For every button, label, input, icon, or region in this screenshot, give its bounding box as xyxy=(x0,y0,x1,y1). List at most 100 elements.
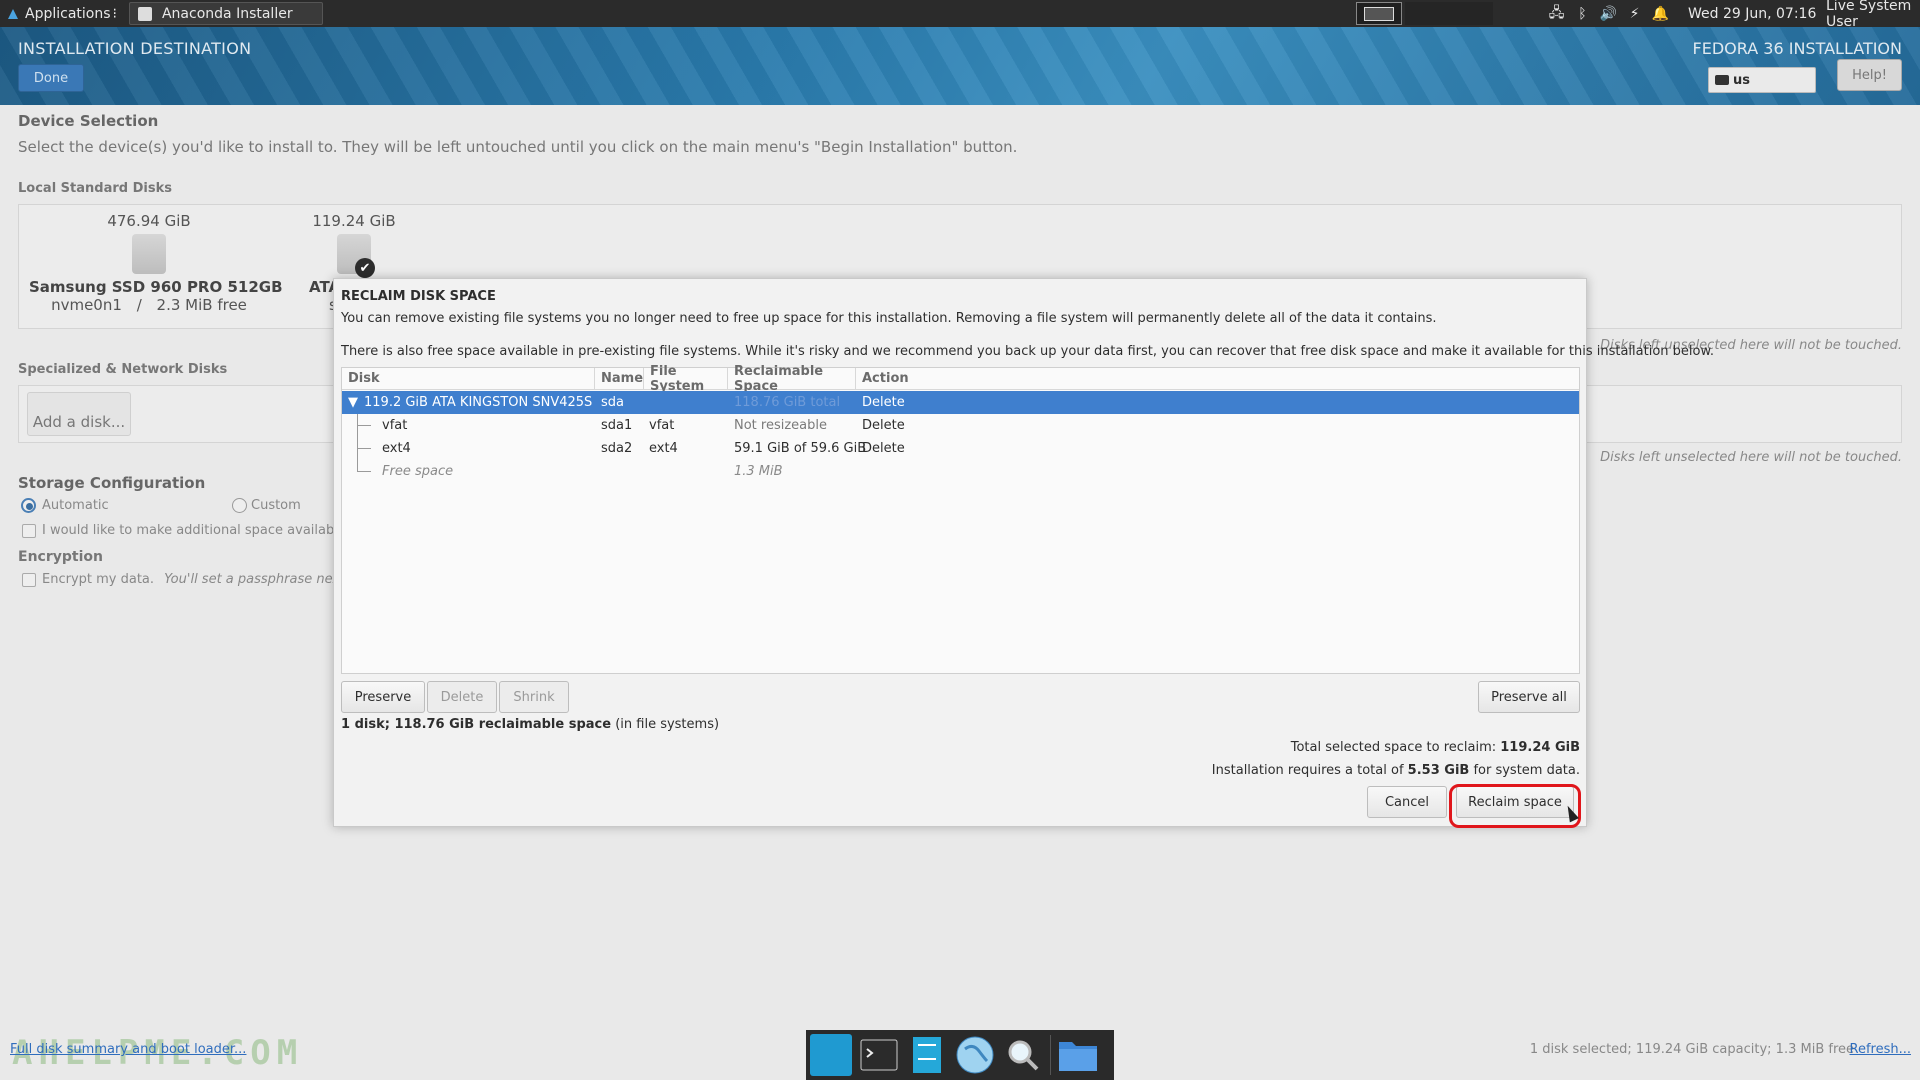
workspace-1[interactable] xyxy=(1356,2,1402,25)
taskbar-anaconda[interactable]: Anaconda Installer xyxy=(128,2,323,25)
cell-fs: ext4 xyxy=(649,441,678,456)
hard-disk-icon xyxy=(132,234,166,274)
encrypt-text: Encrypt my data. xyxy=(42,572,155,587)
disk-name: Samsung SSD 960 PRO 512GB xyxy=(29,278,283,296)
cell-disk: vfat xyxy=(382,418,408,433)
encrypt-label: Encrypt my data. You'll set a passphrase… xyxy=(42,572,350,587)
encrypt-checkbox[interactable] xyxy=(22,573,36,587)
cell-fs: vfat xyxy=(649,418,675,433)
apps-icon xyxy=(8,8,18,19)
cancel-button[interactable]: Cancel xyxy=(1367,786,1447,818)
power-icon[interactable]: ⚡ xyxy=(1626,5,1643,22)
folder-glyph xyxy=(1059,1042,1097,1071)
disk-free: 2.3 MiB free xyxy=(156,296,247,314)
summary-rest: (in file systems) xyxy=(611,717,720,732)
file-manager-icon[interactable] xyxy=(906,1034,948,1076)
delete-button[interactable]: Delete xyxy=(427,681,497,713)
requires-suffix: for system data. xyxy=(1469,763,1580,778)
col-name[interactable]: Name xyxy=(595,368,644,390)
total-selected: Total selected space to reclaim: 119.24 … xyxy=(1291,740,1580,755)
terminal-glyph xyxy=(860,1039,898,1071)
desktop-icon[interactable] xyxy=(810,1034,852,1076)
cabinet-glyph xyxy=(913,1037,941,1073)
shrink-button[interactable]: Shrink xyxy=(499,681,569,713)
cell-action: Delete xyxy=(862,395,905,410)
dock xyxy=(806,1030,1114,1080)
web-browser-icon[interactable] xyxy=(954,1034,996,1076)
disk-nvme0n1[interactable]: 476.94 GiB Samsung SSD 960 PRO 512GB nvm… xyxy=(29,212,283,314)
cell-action: Delete xyxy=(862,418,905,433)
installer-header: INSTALLATION DESTINATION Done FEDORA 36 … xyxy=(0,27,1920,105)
cell-reclaim: 118.76 GiB total xyxy=(734,395,841,410)
hard-disk-icon: ✔ xyxy=(337,234,375,278)
table-row[interactable]: ▼ 119.2 GiB ATA KINGSTON SNV425S sda 118… xyxy=(342,391,1579,414)
disk-separator: / xyxy=(136,296,142,314)
applications-menu[interactable]: Applications ⁝ xyxy=(0,0,123,27)
system-tray: 🖧 ᛒ 🔊 ⚡ 🔔 xyxy=(1548,0,1670,27)
summary-bold: 1 disk; 118.76 GiB reclaimable space xyxy=(341,717,612,732)
automatic-label: Automatic xyxy=(42,498,109,513)
preserve-button[interactable]: Preserve xyxy=(341,681,425,713)
total-prefix: Total selected space to reclaim: xyxy=(1290,740,1501,755)
col-reclaimable[interactable]: Reclaimable Space xyxy=(728,364,856,394)
network-unselected-note: Disks left unselected here will not be t… xyxy=(1600,450,1902,465)
full-disk-summary-link[interactable]: Full disk summary and boot loader... xyxy=(10,1042,246,1057)
custom-label: Custom xyxy=(251,498,301,513)
col-filesystem[interactable]: File System xyxy=(644,364,728,394)
cell-action: Delete xyxy=(862,441,905,456)
system-panel: Applications ⁝ Anaconda Installer 🖧 ᛒ 🔊 … xyxy=(0,0,1920,30)
additional-space-label: I would like to make additional space av… xyxy=(42,523,350,538)
clock[interactable]: Wed 29 Jun, 07:16 xyxy=(1688,0,1816,27)
reclaim-summary: 1 disk; 118.76 GiB reclaimable space (in… xyxy=(341,717,719,732)
keyboard-layout-label: us xyxy=(1733,72,1750,88)
magnifier-glyph xyxy=(1008,1040,1039,1071)
search-app-icon[interactable] xyxy=(1002,1034,1044,1076)
highlight-ring xyxy=(1449,784,1581,828)
keyboard-icon xyxy=(1715,75,1729,85)
checkmark-icon: ✔ xyxy=(355,258,375,278)
dialog-text-2: There is also free space available in pr… xyxy=(341,344,1715,359)
bell-icon[interactable]: 🔔 xyxy=(1652,5,1669,22)
network-icon[interactable]: 🖧 xyxy=(1548,5,1565,22)
cell-disk: Free space xyxy=(382,464,454,479)
cell-reclaim: 59.1 GiB of 59.6 GiB xyxy=(734,441,867,456)
table-row[interactable]: Free space 1.3 MiB xyxy=(342,460,1579,483)
col-disk[interactable]: Disk xyxy=(342,368,595,390)
page-title: INSTALLATION DESTINATION xyxy=(18,39,252,58)
refresh-link[interactable]: Refresh... xyxy=(1850,1042,1912,1057)
workspace-2[interactable] xyxy=(1405,2,1493,25)
dialog-title: RECLAIM DISK SPACE xyxy=(341,289,496,304)
cell-name: sda2 xyxy=(601,441,633,456)
additional-space-checkbox[interactable] xyxy=(22,524,36,538)
requires-value: 5.53 GiB xyxy=(1407,763,1470,778)
done-button[interactable]: Done xyxy=(18,64,84,92)
cell-name: sda1 xyxy=(601,418,633,433)
table-row[interactable]: vfat sda1 vfat Not resizeable Delete xyxy=(342,414,1579,437)
preserve-all-button[interactable]: Preserve all xyxy=(1478,681,1580,713)
bluetooth-icon[interactable]: ᛒ xyxy=(1574,5,1591,22)
menu-colon-icon: ⁝ xyxy=(112,5,117,22)
reclaim-disk-space-dialog: RECLAIM DISK SPACE You can remove existi… xyxy=(333,278,1714,828)
local-disks-title: Local Standard Disks xyxy=(18,181,172,196)
custom-radio[interactable] xyxy=(232,498,247,513)
folder-icon[interactable] xyxy=(1057,1034,1099,1076)
requires-prefix: Installation requires a total of xyxy=(1211,763,1408,778)
add-disk-button[interactable]: Add a disk... xyxy=(27,392,131,436)
device-selection-desc: Select the device(s) you'd like to insta… xyxy=(18,138,1018,156)
applications-label: Applications xyxy=(25,5,111,22)
user-menu[interactable]: Live System User xyxy=(1826,0,1920,30)
volume-icon[interactable]: 🔊 xyxy=(1600,5,1617,22)
device-selection-title: Device Selection xyxy=(18,112,159,130)
terminal-icon[interactable] xyxy=(858,1034,900,1076)
disk-meta: nvme0n1 / 2.3 MiB free xyxy=(29,296,269,314)
expander-icon[interactable]: ▼ xyxy=(348,391,358,414)
disk-size: 119.24 GiB xyxy=(312,212,396,230)
col-action[interactable]: Action xyxy=(856,368,1579,390)
help-button[interactable]: Help! xyxy=(1837,59,1902,91)
globe-glyph xyxy=(956,1036,994,1074)
keyboard-layout-indicator[interactable]: us xyxy=(1708,67,1816,93)
disk-device: nvme0n1 xyxy=(51,296,122,314)
automatic-radio[interactable] xyxy=(21,498,36,513)
cell-disk: 119.2 GiB ATA KINGSTON SNV425S xyxy=(364,395,593,410)
table-row[interactable]: ext4 sda2 ext4 59.1 GiB of 59.6 GiB Dele… xyxy=(342,437,1579,460)
